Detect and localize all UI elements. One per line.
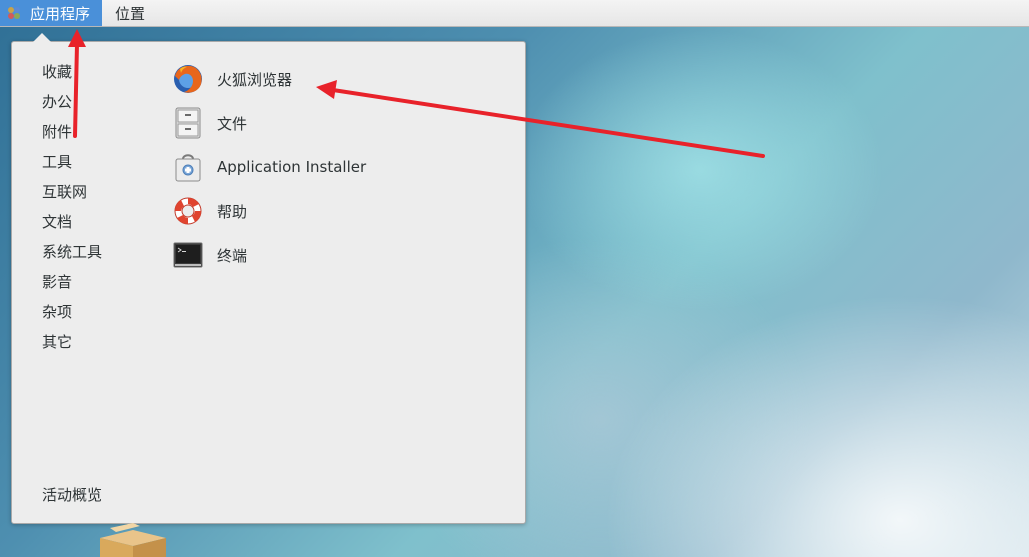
app-firefox[interactable]: 火狐浏览器 [171, 57, 501, 101]
menu-pointer-arrow [33, 33, 51, 42]
app-files[interactable]: 文件 [171, 101, 501, 145]
category-internet[interactable]: 互联网 [42, 177, 152, 207]
category-sundry[interactable]: 杂项 [42, 297, 152, 327]
app-help[interactable]: 帮助 [171, 189, 501, 233]
category-favorites[interactable]: 收藏 [42, 57, 152, 87]
applications-label: 应用程序 [30, 4, 91, 23]
category-system-tools[interactable]: 系统工具 [42, 237, 152, 267]
firefox-icon [171, 62, 205, 96]
applications-foot-icon [8, 7, 20, 19]
software-bag-icon [171, 150, 205, 184]
category-accessories[interactable]: 附件 [42, 117, 152, 147]
app-label: Application Installer [217, 158, 367, 176]
app-label: 帮助 [217, 202, 248, 221]
box-desktop-icon [100, 523, 166, 557]
category-sound-video[interactable]: 影音 [42, 267, 152, 297]
app-application-installer[interactable]: Application Installer [171, 145, 501, 189]
applications-menu-popup: 收藏 办公 附件 工具 互联网 文档 系统工具 影音 杂项 其它 火狐浏览器 文… [11, 41, 526, 524]
category-utilities[interactable]: 工具 [42, 147, 152, 177]
top-panel: 应用程序 位置 [0, 0, 1029, 27]
category-documentation[interactable]: 文档 [42, 207, 152, 237]
category-office[interactable]: 办公 [42, 87, 152, 117]
app-label: 终端 [217, 246, 248, 265]
app-list: 火狐浏览器 文件 Application Installer 帮助 终端 [171, 57, 501, 277]
app-label: 文件 [217, 114, 248, 133]
terminal-icon [171, 238, 205, 272]
lifebuoy-icon [171, 194, 205, 228]
applications-menu-button[interactable]: 应用程序 [0, 0, 103, 26]
activities-overview-item[interactable]: 活动概览 [42, 480, 102, 510]
file-cabinet-icon [171, 106, 205, 140]
app-label: 火狐浏览器 [217, 70, 293, 89]
category-other[interactable]: 其它 [42, 327, 152, 357]
app-terminal[interactable]: 终端 [171, 233, 501, 277]
places-label: 位置 [115, 4, 146, 23]
category-list: 收藏 办公 附件 工具 互联网 文档 系统工具 影音 杂项 其它 [42, 57, 152, 357]
places-menu-button[interactable]: 位置 [102, 0, 158, 26]
